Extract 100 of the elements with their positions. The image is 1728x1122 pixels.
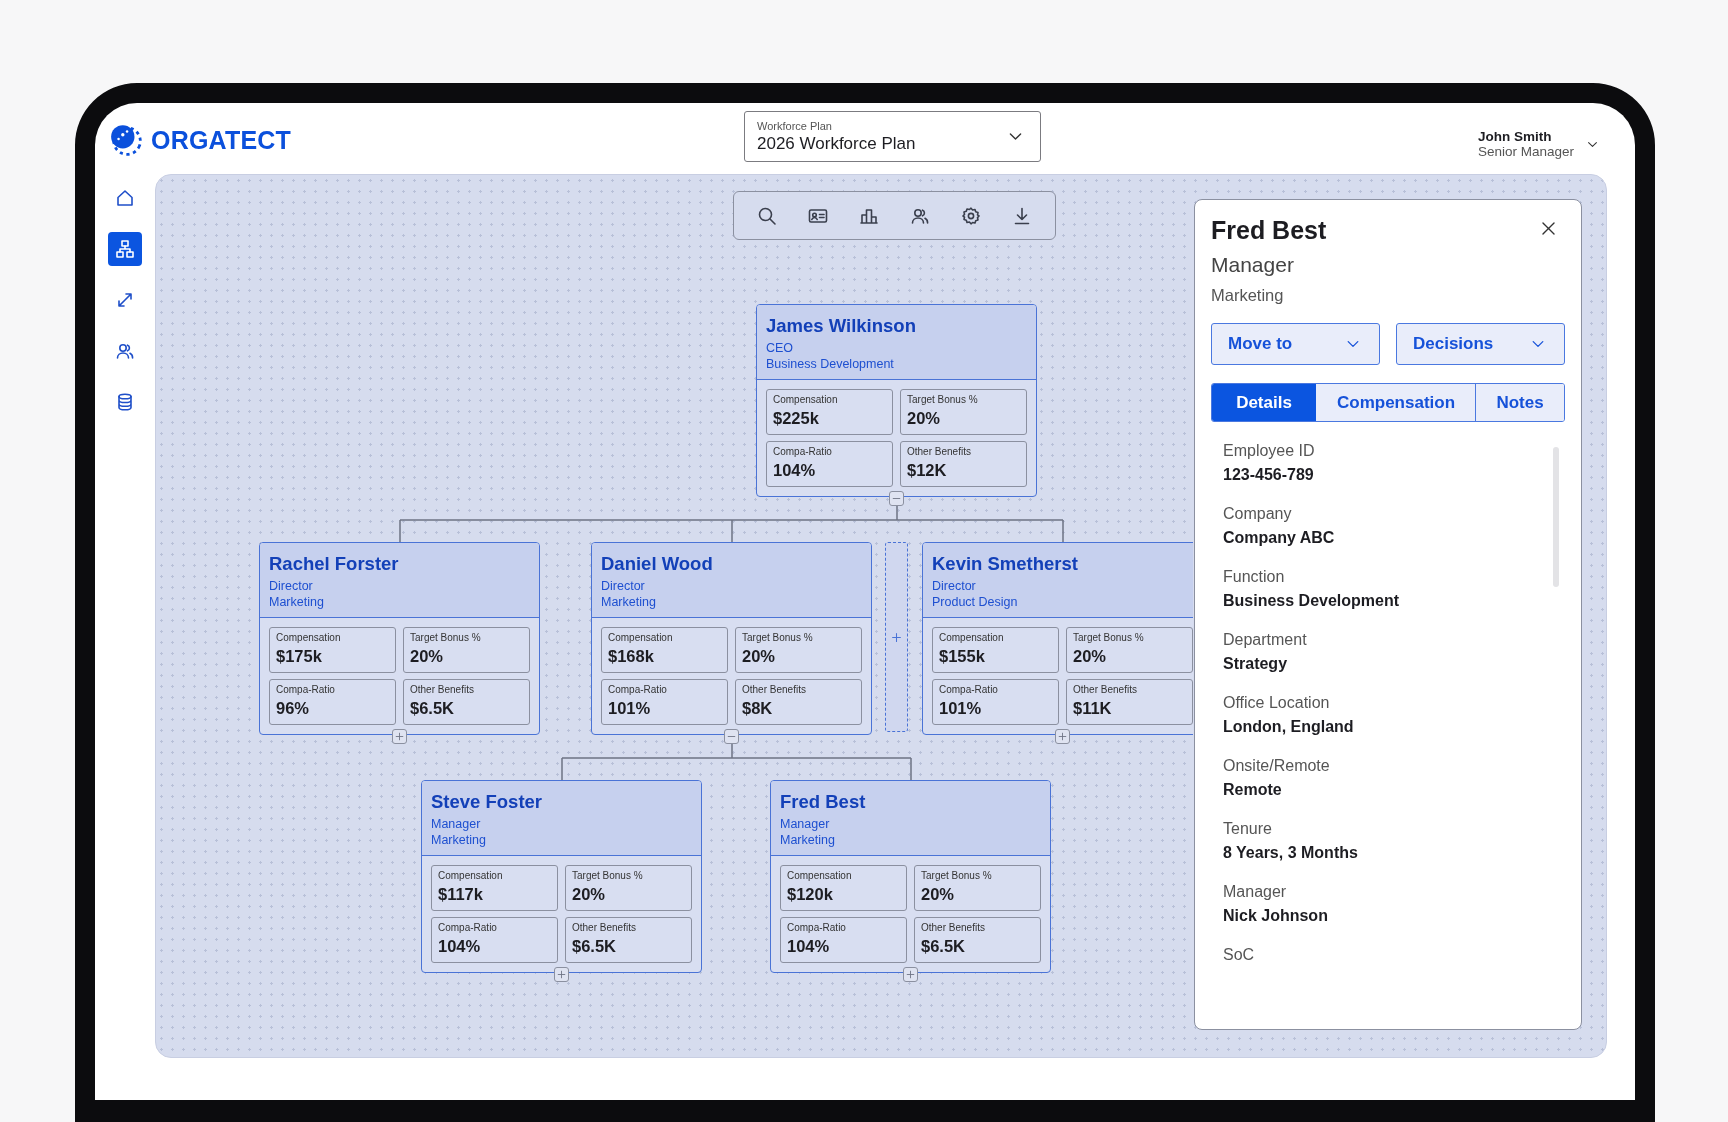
settings-icon bbox=[960, 205, 981, 226]
expand-button[interactable] bbox=[1055, 729, 1070, 744]
metric-value: $12K bbox=[907, 461, 948, 480]
user-name: John Smith bbox=[1477, 129, 1553, 144]
metric-value: 104% bbox=[773, 461, 817, 480]
search-icon bbox=[757, 205, 778, 226]
field-value: Company ABC bbox=[1223, 529, 1336, 547]
metric-label: Target Bonus % bbox=[907, 394, 979, 405]
metric-label: Other Benefits bbox=[907, 446, 972, 457]
metric-value: $225k bbox=[773, 409, 820, 428]
field-label: Manager bbox=[1223, 883, 1288, 901]
metric-value: $168k bbox=[608, 647, 655, 666]
expand-button[interactable] bbox=[554, 967, 569, 982]
scrollbar[interactable] bbox=[1553, 447, 1559, 587]
metric-label: Target Bonus % bbox=[1073, 632, 1145, 643]
field-label: Function bbox=[1223, 568, 1286, 586]
dropdown-button[interactable]: Decisions bbox=[1396, 323, 1565, 365]
database-icon bbox=[115, 392, 135, 412]
metric-value: 20% bbox=[742, 647, 777, 666]
metric-value: $117k bbox=[438, 885, 484, 904]
metric-value: $6.5K bbox=[410, 699, 456, 718]
plus-icon bbox=[556, 969, 567, 980]
collapse-button[interactable] bbox=[724, 729, 739, 744]
logo-icon bbox=[109, 123, 143, 157]
plan-dropdown[interactable]: Workforce Plan 2026 Workforce Plan bbox=[744, 111, 1041, 162]
field-label: Department bbox=[1223, 631, 1308, 649]
dropdown-value: 2026 Workforce Plan bbox=[757, 133, 916, 154]
metric-label: Compensation bbox=[787, 870, 853, 881]
metric-label: Other Benefits bbox=[921, 922, 986, 933]
metric-label: Target Bonus % bbox=[572, 870, 644, 881]
metric-label: Other Benefits bbox=[1073, 684, 1138, 695]
plus-icon bbox=[1057, 731, 1068, 742]
employee-name: Rachel Forster bbox=[269, 553, 400, 575]
field-value: Strategy bbox=[1223, 655, 1289, 673]
department-name: Marketing bbox=[780, 832, 836, 848]
org-chart-icon bbox=[115, 239, 135, 259]
metric-label: Compa-Ratio bbox=[438, 922, 498, 933]
metric-label: Other Benefits bbox=[742, 684, 807, 695]
metric-value: $6.5K bbox=[572, 937, 618, 956]
department-name: Product Design bbox=[932, 594, 1019, 610]
employee-card[interactable]: Fred Best Manager Marketing Compensation $120k Target Bonus % 20% Compa-Ratio 104% Other Benefits $6.5K bbox=[770, 780, 1051, 973]
job-title: CEO bbox=[766, 340, 795, 356]
metric-label: Compensation bbox=[276, 632, 342, 643]
dropdown-label: Workforce Plan bbox=[757, 119, 833, 132]
metric-value: 20% bbox=[572, 885, 607, 904]
employee-card[interactable]: Steve Foster Manager Marketing Compensation $117k Target Bonus % 20% Compa-Ratio 104% Other Benefits $6.5K bbox=[421, 780, 702, 973]
field-label: Employee ID bbox=[1223, 442, 1316, 460]
employee-card[interactable]: Rachel Forster Director Marketing Compensation $175k Target Bonus % 20% Compa-Ratio 96% Other Benefits $6.5K bbox=[259, 542, 540, 735]
metric-label: Compa-Ratio bbox=[773, 446, 833, 457]
job-title: Director bbox=[932, 578, 977, 594]
metric-label: Compensation bbox=[608, 632, 674, 643]
field-value: London, England bbox=[1223, 718, 1355, 736]
tab[interactable]: Notes bbox=[1476, 384, 1564, 421]
plus-icon bbox=[394, 731, 405, 742]
metric-label: Other Benefits bbox=[572, 922, 637, 933]
metric-value: 20% bbox=[907, 409, 942, 428]
employee-name: Kevin Smetherst bbox=[932, 553, 1079, 575]
people-icon bbox=[115, 341, 135, 361]
metric-value: $120k bbox=[787, 885, 834, 904]
metric-value: 104% bbox=[787, 937, 831, 956]
expand-button[interactable] bbox=[903, 967, 918, 982]
department-name: Marketing bbox=[601, 594, 657, 610]
job-title: Manager bbox=[1211, 253, 1295, 277]
metric-value: 20% bbox=[921, 885, 956, 904]
job-title: Manager bbox=[780, 816, 831, 832]
dropdown-button[interactable]: Move to bbox=[1211, 323, 1380, 365]
user-menu[interactable]: John Smith Senior Manager bbox=[1477, 129, 1599, 159]
field-value: 8 Years, 3 Months bbox=[1223, 844, 1359, 862]
job-title: Manager bbox=[431, 816, 482, 832]
department-name: Business Development bbox=[766, 356, 895, 372]
swap-arrows-icon bbox=[115, 290, 135, 310]
collapse-button[interactable] bbox=[889, 491, 904, 506]
employee-name: James Wilkinson bbox=[766, 315, 917, 337]
metric-value: 101% bbox=[939, 699, 983, 718]
field-label: Company bbox=[1223, 505, 1293, 523]
expand-button[interactable] bbox=[392, 729, 407, 744]
field-label: SoC bbox=[1223, 946, 1256, 964]
metric-value: $11K bbox=[1073, 699, 1113, 718]
metric-label: Compensation bbox=[939, 632, 1005, 643]
field-label: Office Location bbox=[1223, 694, 1331, 712]
metric-value: $8K bbox=[742, 699, 774, 718]
tab[interactable]: Compensation bbox=[1316, 384, 1476, 421]
metric-value: 20% bbox=[410, 647, 445, 666]
department-name: Marketing bbox=[431, 832, 487, 848]
close-button[interactable] bbox=[1540, 220, 1557, 237]
job-title: Director bbox=[601, 578, 646, 594]
add-position-slot[interactable] bbox=[885, 542, 908, 732]
employee-card[interactable]: Daniel Wood Director Marketing Compensation $168k Target Bonus % 20% Compa-Ratio 101% Other Benefits $8K bbox=[591, 542, 872, 735]
nav-button[interactable] bbox=[108, 232, 142, 266]
metric-label: Target Bonus % bbox=[410, 632, 482, 643]
employee-name: Fred Best bbox=[780, 791, 867, 813]
tab[interactable]: Details bbox=[1212, 384, 1316, 421]
field-value: Nick Johnson bbox=[1223, 907, 1329, 925]
metric-value: 96% bbox=[276, 699, 311, 718]
job-title: Director bbox=[269, 578, 314, 594]
home-icon bbox=[115, 188, 135, 208]
employee-card[interactable]: Kevin Smetherst Director Product Design Compensation $155k Target Bonus % 20% Compa-Ratio 101% Other Benefits $11K bbox=[922, 542, 1193, 735]
field-value: 123-456-789 bbox=[1223, 466, 1315, 484]
employee-card[interactable]: James Wilkinson CEO Business Development Compensation $225k Target Bonus % 20% Compa-Ratio 104% Other Benefits $12K bbox=[756, 304, 1037, 497]
metric-value: 104% bbox=[438, 937, 482, 956]
